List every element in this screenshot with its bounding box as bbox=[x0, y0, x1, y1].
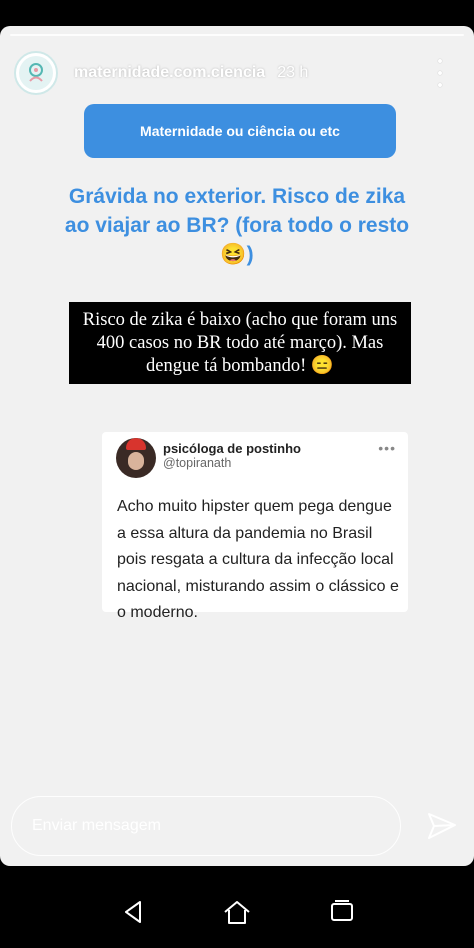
system-nav-bar bbox=[0, 866, 474, 948]
home-icon[interactable] bbox=[221, 898, 253, 926]
account-name[interactable]: maternidade.com.ciencia bbox=[74, 64, 265, 82]
question-text: Grávida no exterior. Risco de zika ao vi… bbox=[64, 185, 410, 266]
back-icon[interactable] bbox=[118, 898, 150, 926]
story-header: maternidade.com.ciencia 23 h bbox=[14, 50, 462, 96]
question-prompt: Maternidade ou ciência ou etc bbox=[84, 104, 396, 158]
tweet-body: Acho muito hipster quem pega dengue a es… bbox=[117, 498, 399, 621]
tweet-author-name: psicóloga de postinho bbox=[163, 441, 301, 456]
account-avatar[interactable] bbox=[14, 51, 58, 95]
send-icon[interactable] bbox=[425, 810, 459, 842]
answer-text: Risco de zika é baixo (acho que foram un… bbox=[69, 302, 411, 384]
maternity-logo-icon bbox=[19, 56, 53, 90]
tweet-avatar bbox=[116, 438, 156, 478]
more-options-icon[interactable] bbox=[430, 59, 450, 87]
ellipsis-icon: ••• bbox=[378, 440, 396, 456]
post-time: 23 h bbox=[277, 64, 309, 81]
message-input[interactable]: Enviar mensagem bbox=[11, 796, 401, 856]
recent-apps-icon[interactable] bbox=[326, 898, 358, 926]
message-placeholder: Enviar mensagem bbox=[32, 817, 161, 834]
tweet-author-handle: @topiranath bbox=[163, 456, 232, 470]
question-sticker: Maternidade ou ciência ou etc bbox=[84, 104, 396, 158]
tweet-card: psicóloga de postinho @topiranath ••• Ac… bbox=[102, 432, 408, 621]
story-progress-bar bbox=[10, 34, 464, 36]
story-container[interactable]: maternidade.com.ciencia 23 h Maternidade… bbox=[0, 26, 474, 866]
